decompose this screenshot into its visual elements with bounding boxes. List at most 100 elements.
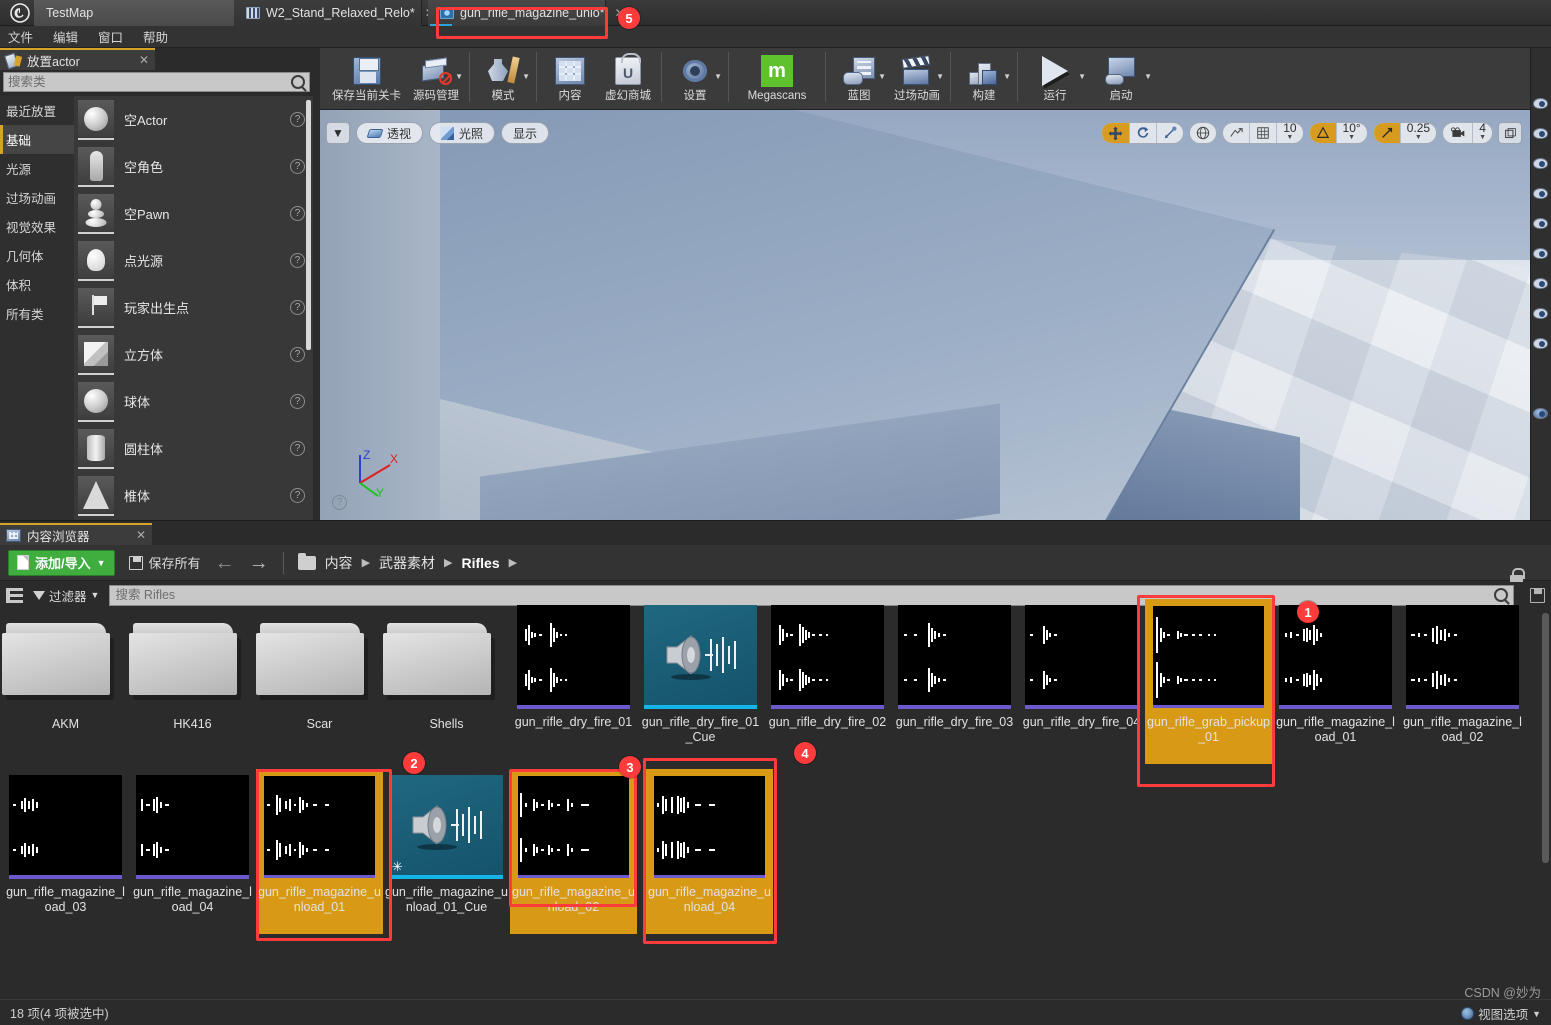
actor-item-empty-actor[interactable]: 空Actor ? [74,96,313,143]
class-search-box[interactable] [3,72,310,92]
help-icon[interactable]: ? [290,159,305,174]
asset-item-gun-rifle-grab-pickup-01[interactable]: gun_rifle_grab_pickup_01 [1145,599,1272,764]
angle-snap-icon[interactable] [1309,123,1337,143]
category-lights[interactable]: 光源 [0,154,74,183]
actor-list-scrollbar[interactable] [306,100,311,350]
toolbar-settings[interactable]: 设置 ▼ [666,48,724,110]
scale-snap-icon[interactable] [1373,123,1401,143]
asset-item-gun-rifle-magazine-unload-04[interactable]: gun_rifle_magazine_unload_04 [646,769,773,934]
angle-snap-value[interactable]: 10° ▼ [1337,123,1367,143]
chevron-down-icon[interactable]: ▼ [878,72,886,81]
surface-snap-icon[interactable] [1223,123,1251,143]
back-arrow-icon[interactable]: ← [215,553,235,573]
maximize-viewport-icon[interactable] [1498,122,1522,144]
close-icon[interactable]: ✕ [136,528,146,542]
asset-item-gun-rifle-magazine-unload-01[interactable]: gun_rifle_magazine_unload_01 [256,769,383,934]
save-search-icon[interactable] [1530,587,1545,603]
actor-item-sphere[interactable]: 球体 ? [74,378,313,425]
asset-item-hk416[interactable]: HK416 [129,613,256,732]
viewport-show-button[interactable]: 显示 [501,122,550,144]
eye-icon[interactable] [1533,307,1548,319]
actor-item-cube[interactable]: 立方体 ? [74,331,313,378]
help-icon[interactable]: ? [290,112,305,127]
category-cinematic[interactable]: 过场动画 [0,183,74,212]
scale-icon[interactable] [1157,123,1183,143]
tab-gun-rifle-magazine-unload[interactable]: gun_rifle_magazine_unlo* ✕ [428,0,625,26]
viewport-options-button[interactable]: ▼ [326,122,350,144]
asset-item-scar[interactable]: Scar [256,613,383,732]
eye-icon[interactable] [1533,157,1548,169]
eye-icon[interactable] [1533,247,1548,259]
category-recently-placed[interactable]: 最近放置 [0,96,74,125]
help-icon[interactable]: ? [290,347,305,362]
menu-item-window[interactable]: 窗口 [98,27,123,46]
actor-item-empty-character[interactable]: 空角色 ? [74,143,313,190]
actor-item-empty-pawn[interactable]: 空Pawn ? [74,190,313,237]
help-icon[interactable]: ? [290,300,305,315]
content-browser-tab[interactable]: 内容浏览器 ✕ [0,523,152,545]
close-icon[interactable]: ✕ [139,53,149,67]
actor-item-cylinder[interactable]: 圆柱体 ? [74,425,313,472]
add-import-button[interactable]: 添加/导入 ▼ [8,549,115,576]
category-geometry[interactable]: 几何体 [0,241,74,270]
level-viewport[interactable]: ▼ 透视 光照 显示 10 ▼ 10° ▼ 0.25 ▼ 4 ▼ Z X Y ? [320,110,1530,520]
actor-item-player-start[interactable]: 玩家出生点 ? [74,284,313,331]
breadcrumb-weapons[interactable]: 武器素材 [379,553,435,573]
view-options-button[interactable]: 视图选项 ▼ [1461,1004,1541,1023]
asset-item-shells[interactable]: Shells [383,613,510,732]
asset-item-gun-rifle-magazine-load-03[interactable]: gun_rifle_magazine_load_03 [2,775,129,915]
outliner-row[interactable] [1531,148,1551,178]
toolbar-build[interactable]: 构建 ▼ [955,48,1013,110]
toolbar-blueprints[interactable]: 蓝图 ▼ [830,48,888,110]
chevron-down-icon[interactable]: ▼ [714,72,722,81]
outliner-row[interactable] [1531,298,1551,328]
chevron-down-icon[interactable]: ▼ [455,72,463,81]
asset-item-gun-rifle-dry-fire-01[interactable]: gun_rifle_dry_fire_01 [510,605,637,730]
asset-item-akm[interactable]: AKM [2,613,129,732]
toolbar-marketplace[interactable]: 虚幻商城 [599,48,657,110]
camera-speed-value[interactable]: 4 ▼ [1473,123,1492,143]
asset-item-gun-rifle-magazine-unload-02[interactable]: gun_rifle_magazine_unload_02 [510,769,637,934]
asset-grid[interactable]: AKM HK416 Scar Shells gun_rifle_dry_fire… [0,599,1551,1025]
search-input[interactable] [115,588,1494,602]
tab-testmap[interactable]: TestMap [34,0,252,26]
translate-icon[interactable] [1102,123,1131,143]
camera-icon[interactable] [1443,123,1474,143]
asset-item-gun-rifle-magazine-load-02[interactable]: gun_rifle_magazine_load_02 [1399,605,1526,745]
chevron-down-icon[interactable]: ▼ [522,72,530,81]
place-actors-tab[interactable]: 放置actor ✕ [0,48,155,70]
globe-icon[interactable] [1190,123,1216,143]
outliner-row[interactable] [1531,268,1551,298]
outliner-row[interactable] [1531,88,1551,118]
breadcrumb-rifles[interactable]: Rifles [462,555,500,571]
help-icon[interactable]: ? [290,394,305,409]
chevron-down-icon[interactable]: ▼ [1078,72,1086,81]
details-panel-row[interactable] [1531,398,1551,428]
search-icon[interactable] [291,75,305,89]
toolbar-megascans[interactable]: m Megascans [733,48,821,110]
actor-item-point-light[interactable]: 点光源 ? [74,237,313,284]
tab-w2-stand-relaxed[interactable]: W2_Stand_Relaxed_Relo* ✕ [234,0,435,26]
toolbar-launch[interactable]: 启动 ▼ [1088,48,1154,110]
save-all-button[interactable]: 保存所有 [128,553,201,572]
outliner-row[interactable] [1531,118,1551,148]
menu-item-help[interactable]: 帮助 [143,27,168,46]
asset-item-gun-rifle-dry-fire-03[interactable]: gun_rifle_dry_fire_03 [891,605,1018,730]
filter-button[interactable]: 过滤器 ▼ [33,586,99,605]
world-outliner-panel[interactable] [1530,48,1551,520]
toolbar-cinematics[interactable]: 过场动画 ▼ [888,48,946,110]
asset-item-gun-rifle-magazine-unload-01-cue[interactable]: ✳ gun_rifle_magazine_unload_01_Cue [383,775,510,915]
outliner-row[interactable] [1531,238,1551,268]
eye-icon[interactable] [1533,277,1548,289]
viewport-lit-button[interactable]: 光照 [429,122,496,144]
sources-panel-icon[interactable] [6,587,23,603]
scale-snap-value[interactable]: 0.25 ▼ [1401,123,1436,143]
toolbar-play[interactable]: 运行 ▼ [1022,48,1088,110]
toolbar-save-current-level[interactable]: 保存当前关卡 [326,48,407,110]
chevron-down-icon[interactable]: ▼ [1144,72,1152,81]
chevron-right-icon[interactable]: ▶ [509,556,517,569]
category-basic[interactable]: 基础 [0,125,74,154]
toolbar-modes[interactable]: 模式 ▼ [474,48,532,110]
category-all-classes[interactable]: 所有类 [0,299,74,328]
asset-item-gun-rifle-dry-fire-02[interactable]: gun_rifle_dry_fire_02 [764,605,891,730]
